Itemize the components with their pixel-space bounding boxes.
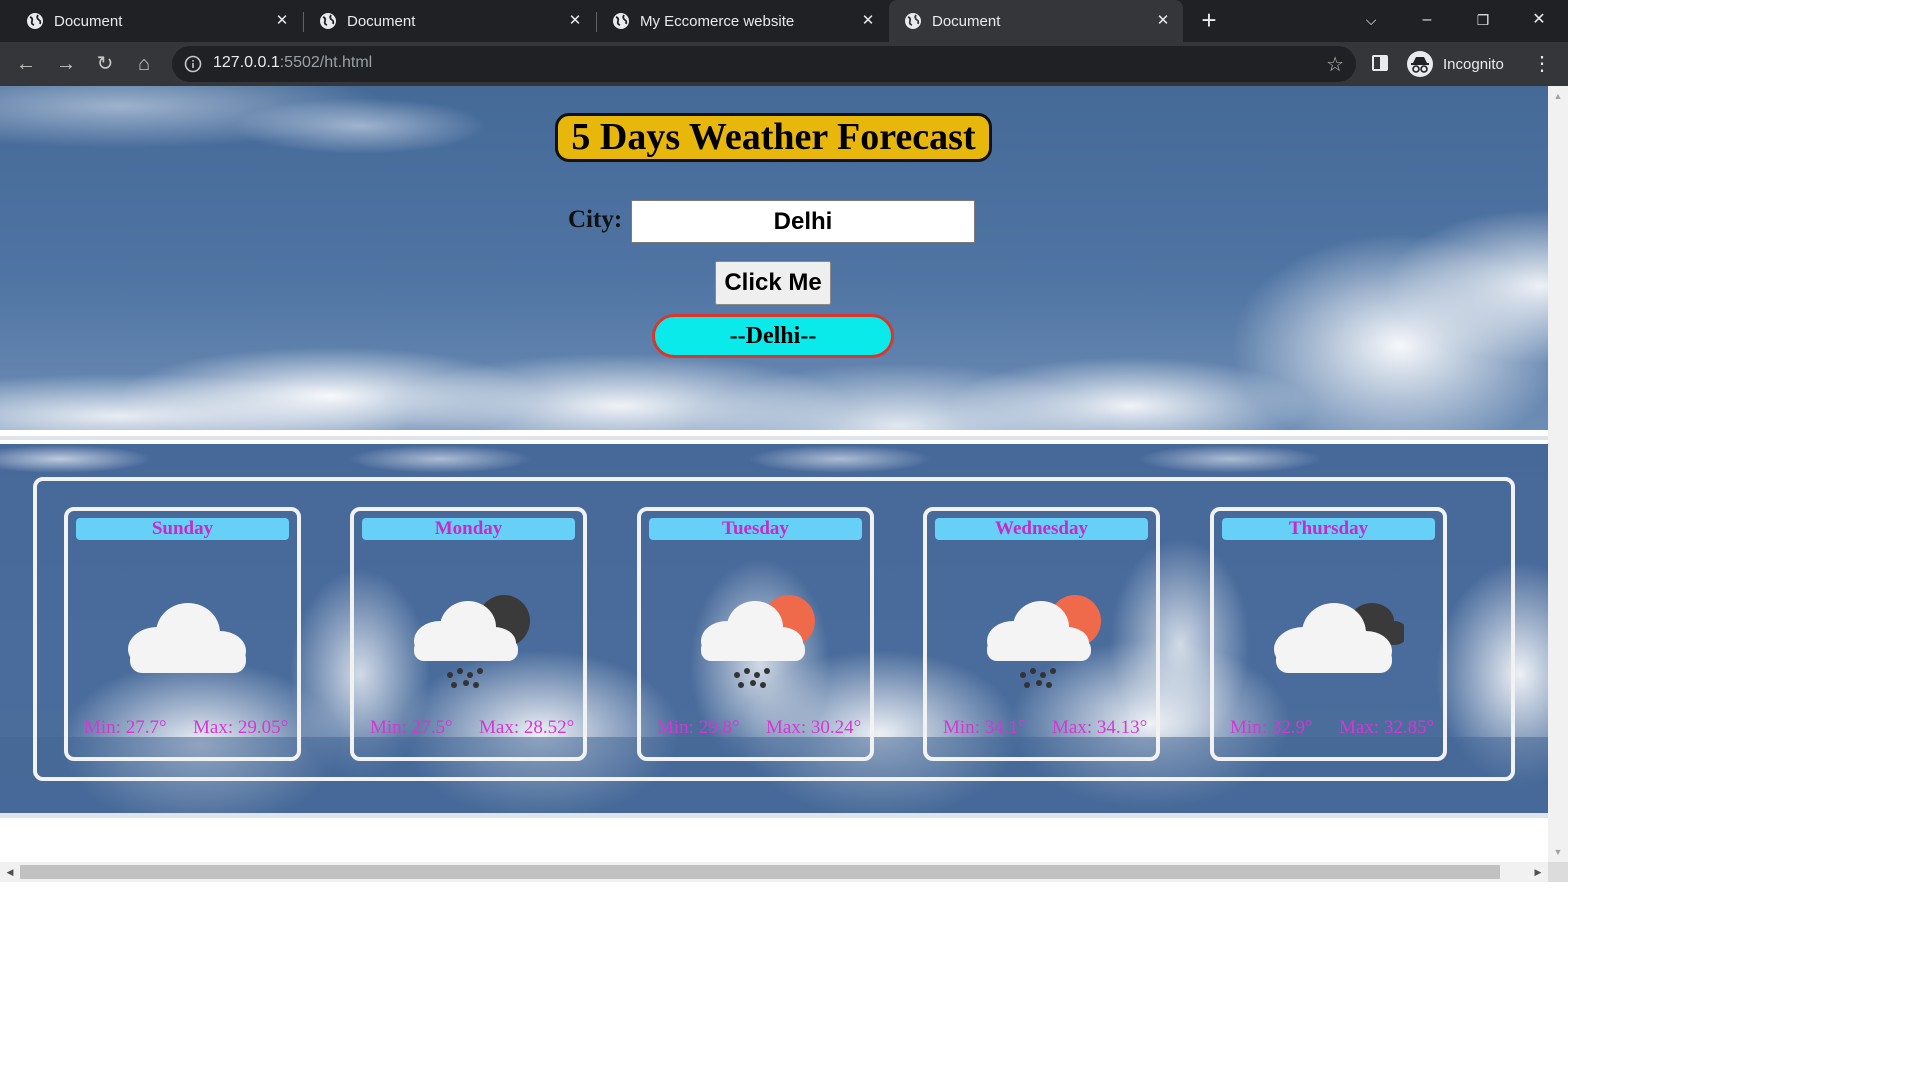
max-temperature: Max: 28.52° [479,717,575,738]
forward-icon[interactable]: → [53,51,79,77]
tab-ecommerce[interactable]: My Eccomerce website ✕ [586,0,888,42]
night-rain-icon [414,595,530,688]
section-divider-bottom [0,813,1548,818]
globe-icon [27,13,43,29]
tab-search-chevron-icon[interactable]: ⌵ [1356,6,1386,36]
day-name: Sunday [76,518,289,540]
max-temperature: Max: 30.24° [766,717,862,738]
sun-rain-icon [987,595,1101,688]
min-temperature: Min: 34.1° [943,717,1026,738]
scrollbar-corner [1548,862,1568,882]
scroll-left-arrow-icon[interactable]: ◀ [0,862,20,882]
min-temperature: Min: 29.8° [657,717,740,738]
globe-icon [613,13,629,29]
forecast-card-sunday: Sunday Min: 27.7° Max: 29.05° [64,507,301,761]
min-temperature: Min: 32.9° [1230,717,1313,738]
forecast-card-wednesday: Wednesday Min: 34.1° Max: 34.13° [923,507,1160,761]
tab-title: My Eccomerce website [640,12,795,30]
minimize-icon[interactable]: – [1412,6,1442,36]
incognito-profile-button[interactable]: Incognito [1404,46,1518,82]
day-name: Wednesday [935,518,1148,540]
max-temperature: Max: 29.05° [193,717,289,738]
scroll-up-arrow-icon[interactable]: ▲ [1548,86,1568,106]
back-icon[interactable]: ← [13,51,39,77]
url-text: 127.0.0.1:5502/ht.html [213,54,372,72]
city-input[interactable] [631,200,975,243]
restore-icon[interactable]: ❐ [1468,6,1498,36]
min-temperature: Min: 27.7° [84,717,167,738]
day-name: Monday [362,518,575,540]
browser-menu-icon[interactable]: ⋮ [1532,52,1552,76]
close-tab-icon[interactable]: ✕ [272,11,292,31]
vertical-scrollbar[interactable]: ▲ ▼ [1548,86,1568,862]
incognito-icon [1407,51,1433,77]
forecast-card-monday: Monday Min: 27.5° Max: 28.52° [350,507,587,761]
close-tab-icon[interactable]: ✕ [1153,11,1173,31]
sun-rain-icon [701,595,815,688]
url-host: 127.0.0.1 [213,54,280,71]
section-divider [0,430,1548,440]
close-tab-icon[interactable]: ✕ [565,11,585,31]
tab-title: Document [347,12,416,30]
profile-label: Incognito [1443,55,1504,73]
selected-city-display: --Delhi-- [652,314,894,358]
bookmark-star-icon[interactable]: ☆ [1326,52,1344,77]
day-name: Thursday [1222,518,1435,540]
site-info-icon[interactable] [184,55,202,73]
globe-icon [320,13,336,29]
new-tab-icon[interactable]: + [1196,7,1222,34]
tab-document-active[interactable]: Document ✕ [889,0,1183,42]
side-panel-icon[interactable] [1372,55,1388,71]
url-path: :5502/ht.html [279,54,373,71]
address-bar[interactable]: 127.0.0.1:5502/ht.html ☆ [172,46,1356,82]
page-viewport: 5 Days Weather Forecast City: Click Me -… [0,86,1548,862]
forecast-card-thursday: Thursday Min: 32.9° Max: 32.85° [1210,507,1447,761]
scroll-down-arrow-icon[interactable]: ▼ [1548,842,1568,862]
tab-document-1[interactable]: Document ✕ [0,0,302,42]
reload-icon[interactable]: ↻ [92,51,118,77]
browser-toolbar: ← → ↻ ⌂ 127.0.0.1:5502/ht.html ☆ Incogni… [0,42,1568,86]
scroll-right-arrow-icon[interactable]: ▶ [1528,862,1548,882]
globe-icon [905,13,921,29]
page-title: 5 Days Weather Forecast [555,113,992,162]
min-temperature: Min: 27.5° [370,717,453,738]
temperature-row: Min: 29.8° Max: 30.24° [657,717,877,739]
close-tab-icon[interactable]: ✕ [858,11,878,31]
tab-strip: Document ✕ Document ✕ My Eccomerce websi… [0,0,1568,42]
max-temperature: Max: 32.85° [1339,717,1435,738]
tab-title: Document [54,12,123,30]
temperature-row: Min: 27.7° Max: 29.05° [84,717,304,739]
max-temperature: Max: 34.13° [1052,717,1148,738]
cloudy-dark-icon [1274,603,1404,673]
cloud-icon [128,603,246,673]
forecast-card-tuesday: Tuesday Min: 29.8° Max: 30.24° [637,507,874,761]
temperature-row: Min: 27.5° Max: 28.52° [370,717,590,739]
close-window-icon[interactable]: ✕ [1524,6,1554,36]
city-label: City: [568,206,623,233]
horizontal-scroll-thumb[interactable] [20,865,1500,879]
day-name: Tuesday [649,518,862,540]
tab-document-2[interactable]: Document ✕ [293,0,595,42]
horizontal-scrollbar[interactable]: ◀ ▶ [0,862,1548,882]
temperature-row: Min: 32.9° Max: 32.85° [1230,717,1450,739]
tab-title: Document [932,12,1001,30]
click-me-button[interactable]: Click Me [715,261,831,305]
home-icon[interactable]: ⌂ [131,51,157,77]
temperature-row: Min: 34.1° Max: 34.13° [943,717,1163,739]
